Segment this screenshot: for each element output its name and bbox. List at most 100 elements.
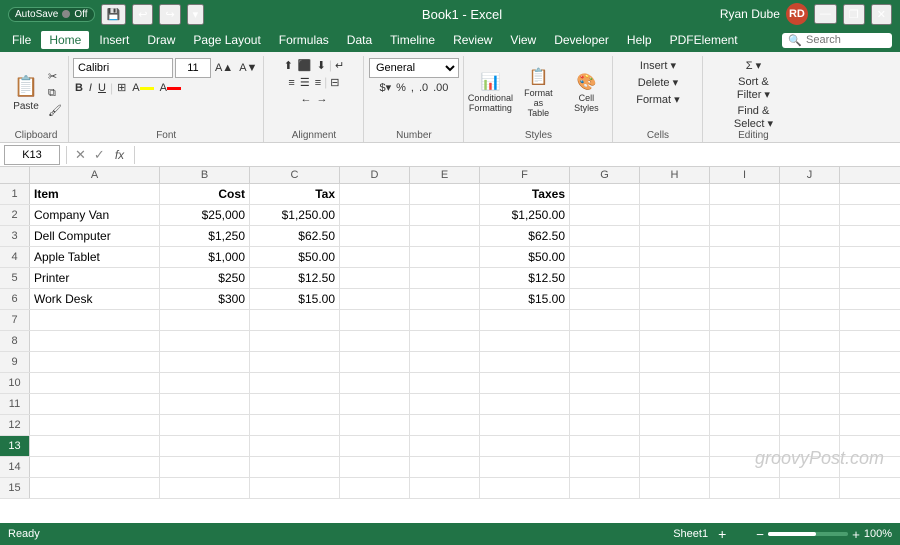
zoom-slider[interactable]	[768, 532, 848, 536]
bold-button[interactable]: B	[73, 81, 85, 95]
cell[interactable]	[340, 247, 410, 267]
cell[interactable]: $25,000	[160, 205, 250, 225]
cell[interactable]	[160, 457, 250, 477]
col-header-g[interactable]: G	[570, 167, 640, 183]
row-number[interactable]: 6	[0, 289, 30, 309]
customize-qat-button[interactable]: ▾	[187, 4, 205, 25]
cell[interactable]	[160, 310, 250, 330]
cell[interactable]	[570, 184, 640, 204]
copy-button[interactable]: ⧉	[46, 86, 64, 101]
maximize-button[interactable]: ❐	[843, 4, 865, 25]
cell[interactable]	[250, 415, 340, 435]
number-format-select[interactable]: General Number Currency Accounting Date …	[369, 58, 459, 78]
cell[interactable]	[340, 394, 410, 414]
cell[interactable]	[710, 205, 780, 225]
align-right-button[interactable]: ≡	[313, 75, 323, 90]
menu-formulas[interactable]: Formulas	[271, 31, 337, 49]
cell[interactable]	[480, 310, 570, 330]
menu-data[interactable]: Data	[339, 31, 380, 49]
cell[interactable]	[410, 331, 480, 351]
cell[interactable]: $1,250	[160, 226, 250, 246]
row-number[interactable]: 2	[0, 205, 30, 225]
col-header-i[interactable]: I	[710, 167, 780, 183]
cell-reference-box[interactable]	[4, 145, 60, 165]
cell[interactable]	[710, 331, 780, 351]
cell[interactable]	[340, 331, 410, 351]
cell[interactable]: $1,250.00	[480, 205, 570, 225]
minimize-button[interactable]: —	[814, 4, 837, 24]
cell[interactable]	[340, 373, 410, 393]
cell[interactable]	[570, 247, 640, 267]
cell[interactable]	[250, 394, 340, 414]
cell[interactable]	[410, 478, 480, 498]
align-middle-button[interactable]: ⬛	[296, 58, 314, 73]
cell[interactable]	[480, 478, 570, 498]
cell[interactable]	[780, 457, 840, 477]
align-top-button[interactable]: ⬆	[282, 58, 295, 73]
cell[interactable]	[340, 289, 410, 309]
cell[interactable]	[780, 394, 840, 414]
cell[interactable]: $1,250.00	[250, 205, 340, 225]
cell[interactable]: $62.50	[480, 226, 570, 246]
increase-indent-button[interactable]: →	[314, 92, 329, 106]
cell[interactable]	[160, 352, 250, 372]
menu-help[interactable]: Help	[619, 31, 660, 49]
font-name-input[interactable]	[73, 58, 173, 78]
cell[interactable]	[340, 184, 410, 204]
cell[interactable]	[250, 352, 340, 372]
conditional-formatting-button[interactable]: 📊 ConditionalFormatting	[468, 69, 512, 117]
cell[interactable]	[250, 478, 340, 498]
zoom-in-button[interactable]: +	[852, 527, 860, 542]
menu-view[interactable]: View	[502, 31, 544, 49]
cell[interactable]	[340, 436, 410, 456]
cell[interactable]	[710, 457, 780, 477]
cell[interactable]	[250, 457, 340, 477]
cell[interactable]	[160, 415, 250, 435]
cell[interactable]	[640, 436, 710, 456]
cell[interactable]	[30, 478, 160, 498]
cell[interactable]: $62.50	[250, 226, 340, 246]
cell[interactable]	[640, 289, 710, 309]
cell[interactable]	[410, 352, 480, 372]
cell[interactable]	[780, 310, 840, 330]
cell[interactable]	[570, 478, 640, 498]
zoom-out-button[interactable]: −	[756, 527, 764, 542]
cell[interactable]	[640, 394, 710, 414]
cell[interactable]	[710, 352, 780, 372]
cell[interactable]	[780, 205, 840, 225]
cell[interactable]	[710, 394, 780, 414]
cell[interactable]	[780, 289, 840, 309]
cell[interactable]	[410, 205, 480, 225]
decrease-indent-button[interactable]: ←	[298, 92, 313, 106]
cell[interactable]	[710, 268, 780, 288]
increase-font-button[interactable]: A▲	[213, 61, 235, 75]
cell[interactable]	[250, 436, 340, 456]
cell[interactable]	[710, 310, 780, 330]
cell[interactable]	[340, 310, 410, 330]
cell[interactable]	[30, 436, 160, 456]
redo-button[interactable]: ↪	[159, 4, 180, 25]
insert-cells-button[interactable]: Insert ▾	[638, 58, 678, 73]
row-number[interactable]: 10	[0, 373, 30, 393]
cell[interactable]	[410, 457, 480, 477]
cell[interactable]	[410, 394, 480, 414]
cell[interactable]	[160, 331, 250, 351]
cell[interactable]	[640, 268, 710, 288]
cell[interactable]	[410, 415, 480, 435]
cell[interactable]: $250	[160, 268, 250, 288]
cell[interactable]	[780, 373, 840, 393]
cell[interactable]: Apple Tablet	[30, 247, 160, 267]
paste-button[interactable]: 📋 Paste	[8, 69, 44, 117]
cell[interactable]	[340, 478, 410, 498]
cell[interactable]	[780, 436, 840, 456]
cell[interactable]	[30, 457, 160, 477]
cell[interactable]	[640, 226, 710, 246]
cell[interactable]: $50.00	[480, 247, 570, 267]
cell[interactable]	[30, 352, 160, 372]
menu-pagelayout[interactable]: Page Layout	[185, 31, 268, 49]
cell[interactable]	[410, 310, 480, 330]
cell[interactable]	[570, 268, 640, 288]
col-header-e[interactable]: E	[410, 167, 480, 183]
cell[interactable]	[640, 373, 710, 393]
add-sheet-button[interactable]: +	[718, 526, 726, 542]
